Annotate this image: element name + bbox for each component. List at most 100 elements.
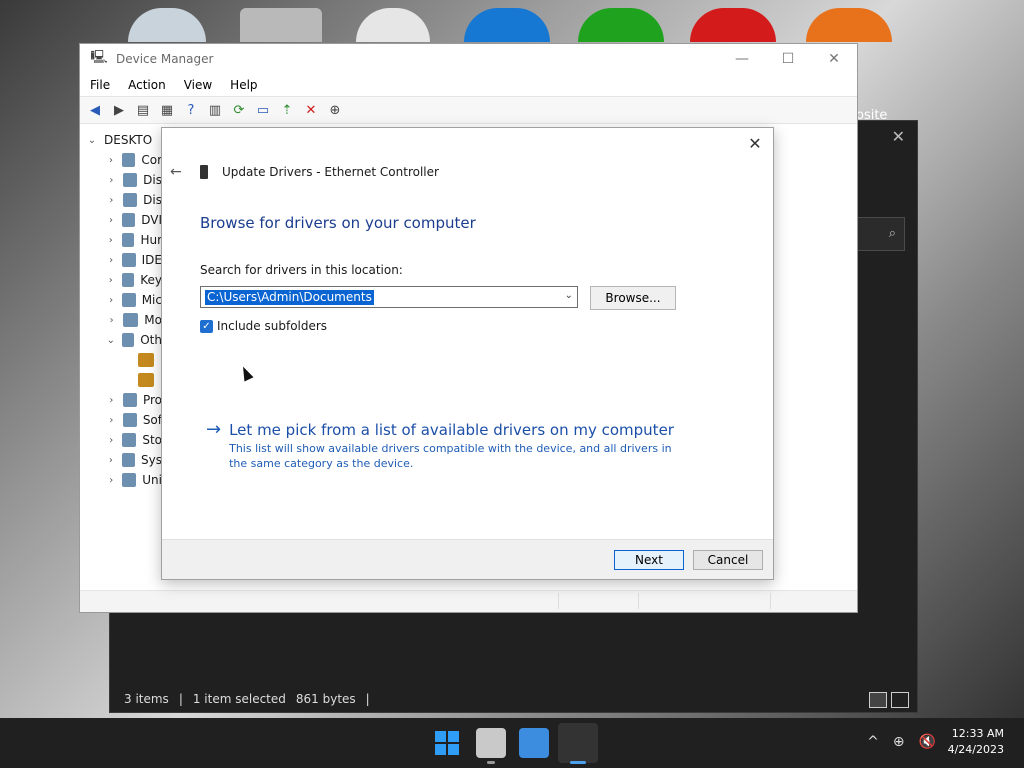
close-button[interactable]: ✕ bbox=[811, 44, 857, 74]
chevron-right-icon[interactable]: › bbox=[106, 215, 116, 226]
xbox-icon[interactable] bbox=[578, 8, 664, 42]
taskbar-clock[interactable]: 12:33 AM 4/24/2023 bbox=[948, 726, 1004, 758]
driver-path-combobox[interactable]: C:\Users\Admin\Documents ⌄ bbox=[200, 286, 578, 308]
chevron-down-icon[interactable]: ⌄ bbox=[86, 135, 98, 146]
folder-icon[interactable] bbox=[240, 8, 322, 42]
start-button[interactable] bbox=[432, 728, 462, 758]
tree-item-label: Pro bbox=[142, 393, 162, 407]
include-subfolders-label[interactable]: Include subfolders bbox=[217, 319, 327, 333]
show-hide-tree-icon[interactable]: ▤ bbox=[134, 101, 152, 119]
back-arrow-icon[interactable]: ← bbox=[170, 164, 186, 180]
tree-item[interactable]: › Hur bbox=[80, 230, 162, 250]
taskbar-device-manager[interactable] bbox=[558, 723, 598, 764]
chevron-down-icon[interactable]: ⌄ bbox=[106, 335, 116, 346]
tree-item[interactable]: › Sof bbox=[80, 410, 162, 430]
menu-file[interactable]: File bbox=[90, 78, 110, 92]
tree-item[interactable]: ⌄ DESKTO bbox=[80, 130, 162, 150]
chevron-right-icon[interactable]: › bbox=[106, 235, 116, 246]
view-icon[interactable]: ▥ bbox=[206, 101, 224, 119]
speaker-muted-icon[interactable]: 🔇 bbox=[919, 734, 936, 750]
chevron-right-icon[interactable]: › bbox=[106, 475, 116, 486]
tree-item[interactable]: › Key bbox=[80, 270, 162, 290]
bird-app-icon[interactable] bbox=[806, 8, 892, 42]
search-location-label: Search for drivers in this location: bbox=[200, 263, 403, 277]
menu-action[interactable]: Action bbox=[128, 78, 166, 92]
network-globe-icon[interactable]: ⊕ bbox=[893, 734, 905, 750]
device-manager-status-bar bbox=[80, 590, 857, 612]
app-icon-red[interactable] bbox=[690, 8, 776, 42]
monitor-icon[interactable]: ▭ bbox=[254, 101, 272, 119]
tree-item[interactable]: › Dis bbox=[80, 170, 162, 190]
tree-item[interactable]: › Sto bbox=[80, 430, 162, 450]
scan-hardware-icon[interactable]: ⟳ bbox=[230, 101, 248, 119]
tree-item[interactable]: › Mo bbox=[80, 310, 162, 330]
chevron-right-icon[interactable]: › bbox=[106, 195, 117, 206]
status-size: 861 bytes bbox=[295, 692, 356, 706]
tree-item[interactable]: › IDE bbox=[80, 250, 162, 270]
dialog-header: ← Update Drivers - Ethernet Controller bbox=[170, 164, 439, 180]
chevron-right-icon[interactable]: › bbox=[106, 155, 116, 166]
help-icon[interactable]: ? bbox=[182, 101, 200, 119]
search-icon: ⌕ bbox=[888, 226, 896, 241]
chevron-right-icon[interactable]: › bbox=[106, 315, 117, 326]
chevron-right-icon[interactable]: › bbox=[106, 415, 117, 426]
tree-item[interactable]: › Pro bbox=[80, 390, 162, 410]
pick-from-list-link[interactable]: Let me pick from a list of available dri… bbox=[229, 421, 679, 439]
tray-overflow-chevron-icon[interactable]: ^ bbox=[867, 734, 879, 750]
window-title: Device Manager bbox=[116, 52, 214, 66]
back-arrow-icon[interactable]: ◀ bbox=[86, 101, 104, 119]
maximize-button[interactable]: ☐ bbox=[765, 44, 811, 74]
device-category-icon bbox=[122, 413, 137, 427]
gamepad-icon[interactable] bbox=[356, 8, 430, 42]
device-tree: ⌄ DESKTO › Cor › Dis › Dis › DVI › Hur › IDE › Key › Mic ›… bbox=[80, 126, 162, 592]
app-icon-blue[interactable] bbox=[464, 8, 550, 42]
dialog-footer: Next Cancel bbox=[162, 539, 773, 579]
chevron-down-icon[interactable]: ⌄ bbox=[565, 290, 573, 301]
tree-item[interactable]: › Uni bbox=[80, 470, 162, 490]
chevron-right-icon[interactable]: › bbox=[106, 455, 116, 466]
tree-item[interactable]: ⌄ Oth bbox=[80, 330, 162, 350]
forward-arrow-icon[interactable]: ▶ bbox=[110, 101, 128, 119]
download-icon[interactable]: ⊕ bbox=[326, 101, 344, 119]
chevron-right-icon[interactable]: › bbox=[106, 255, 116, 266]
tree-item[interactable]: › Cor bbox=[80, 150, 162, 170]
properties-icon[interactable]: ▦ bbox=[158, 101, 176, 119]
chevron-right-icon[interactable]: › bbox=[106, 395, 117, 406]
device-category-icon bbox=[122, 173, 138, 187]
device-category-icon bbox=[122, 293, 136, 307]
browse-button[interactable]: Browse... bbox=[590, 286, 676, 310]
cancel-button[interactable]: Cancel bbox=[693, 550, 763, 570]
chevron-right-icon[interactable]: › bbox=[106, 435, 116, 446]
menu-help[interactable]: Help bbox=[230, 78, 257, 92]
minimize-button[interactable]: — bbox=[719, 44, 765, 74]
details-view-icon[interactable] bbox=[869, 692, 887, 708]
tree-item[interactable] bbox=[80, 350, 162, 370]
explorer-close-icon[interactable]: ✕ bbox=[892, 127, 905, 146]
menu-view[interactable]: View bbox=[184, 78, 212, 92]
tree-item-label: Dis bbox=[143, 193, 162, 207]
tree-item[interactable]: › DVI bbox=[80, 210, 162, 230]
chevron-right-icon[interactable]: › bbox=[106, 275, 116, 286]
pick-from-list-option[interactable]: → Let me pick from a list of available d… bbox=[206, 421, 679, 471]
next-button[interactable]: Next bbox=[614, 550, 684, 570]
tree-item[interactable]: › Mic bbox=[80, 290, 162, 310]
update-driver-icon[interactable]: ⇡ bbox=[278, 101, 296, 119]
status-separator: | bbox=[365, 692, 370, 706]
device-category-icon bbox=[121, 273, 135, 287]
taskbar-file-explorer[interactable] bbox=[476, 728, 506, 764]
chevron-right-icon[interactable]: › bbox=[106, 175, 117, 186]
uninstall-device-icon[interactable]: ✕ bbox=[302, 101, 320, 119]
tree-item[interactable] bbox=[80, 370, 162, 390]
tree-item-label: Oth bbox=[140, 333, 162, 347]
taskbar-store[interactable] bbox=[519, 728, 549, 758]
chevron-right-icon[interactable]: › bbox=[106, 295, 116, 306]
driver-path-input[interactable]: C:\Users\Admin\Documents bbox=[205, 289, 374, 305]
tiles-view-icon[interactable] bbox=[891, 692, 909, 708]
include-subfolders-checkbox[interactable]: ✓ bbox=[200, 319, 213, 333]
dialog-close-icon[interactable]: ✕ bbox=[745, 134, 765, 154]
warning-device-icon bbox=[138, 353, 154, 367]
recycle-bin-icon[interactable] bbox=[128, 8, 206, 42]
tree-item-label: Sof bbox=[142, 413, 162, 427]
tree-item[interactable]: › Sys bbox=[80, 450, 162, 470]
tree-item[interactable]: › Dis bbox=[80, 190, 162, 210]
